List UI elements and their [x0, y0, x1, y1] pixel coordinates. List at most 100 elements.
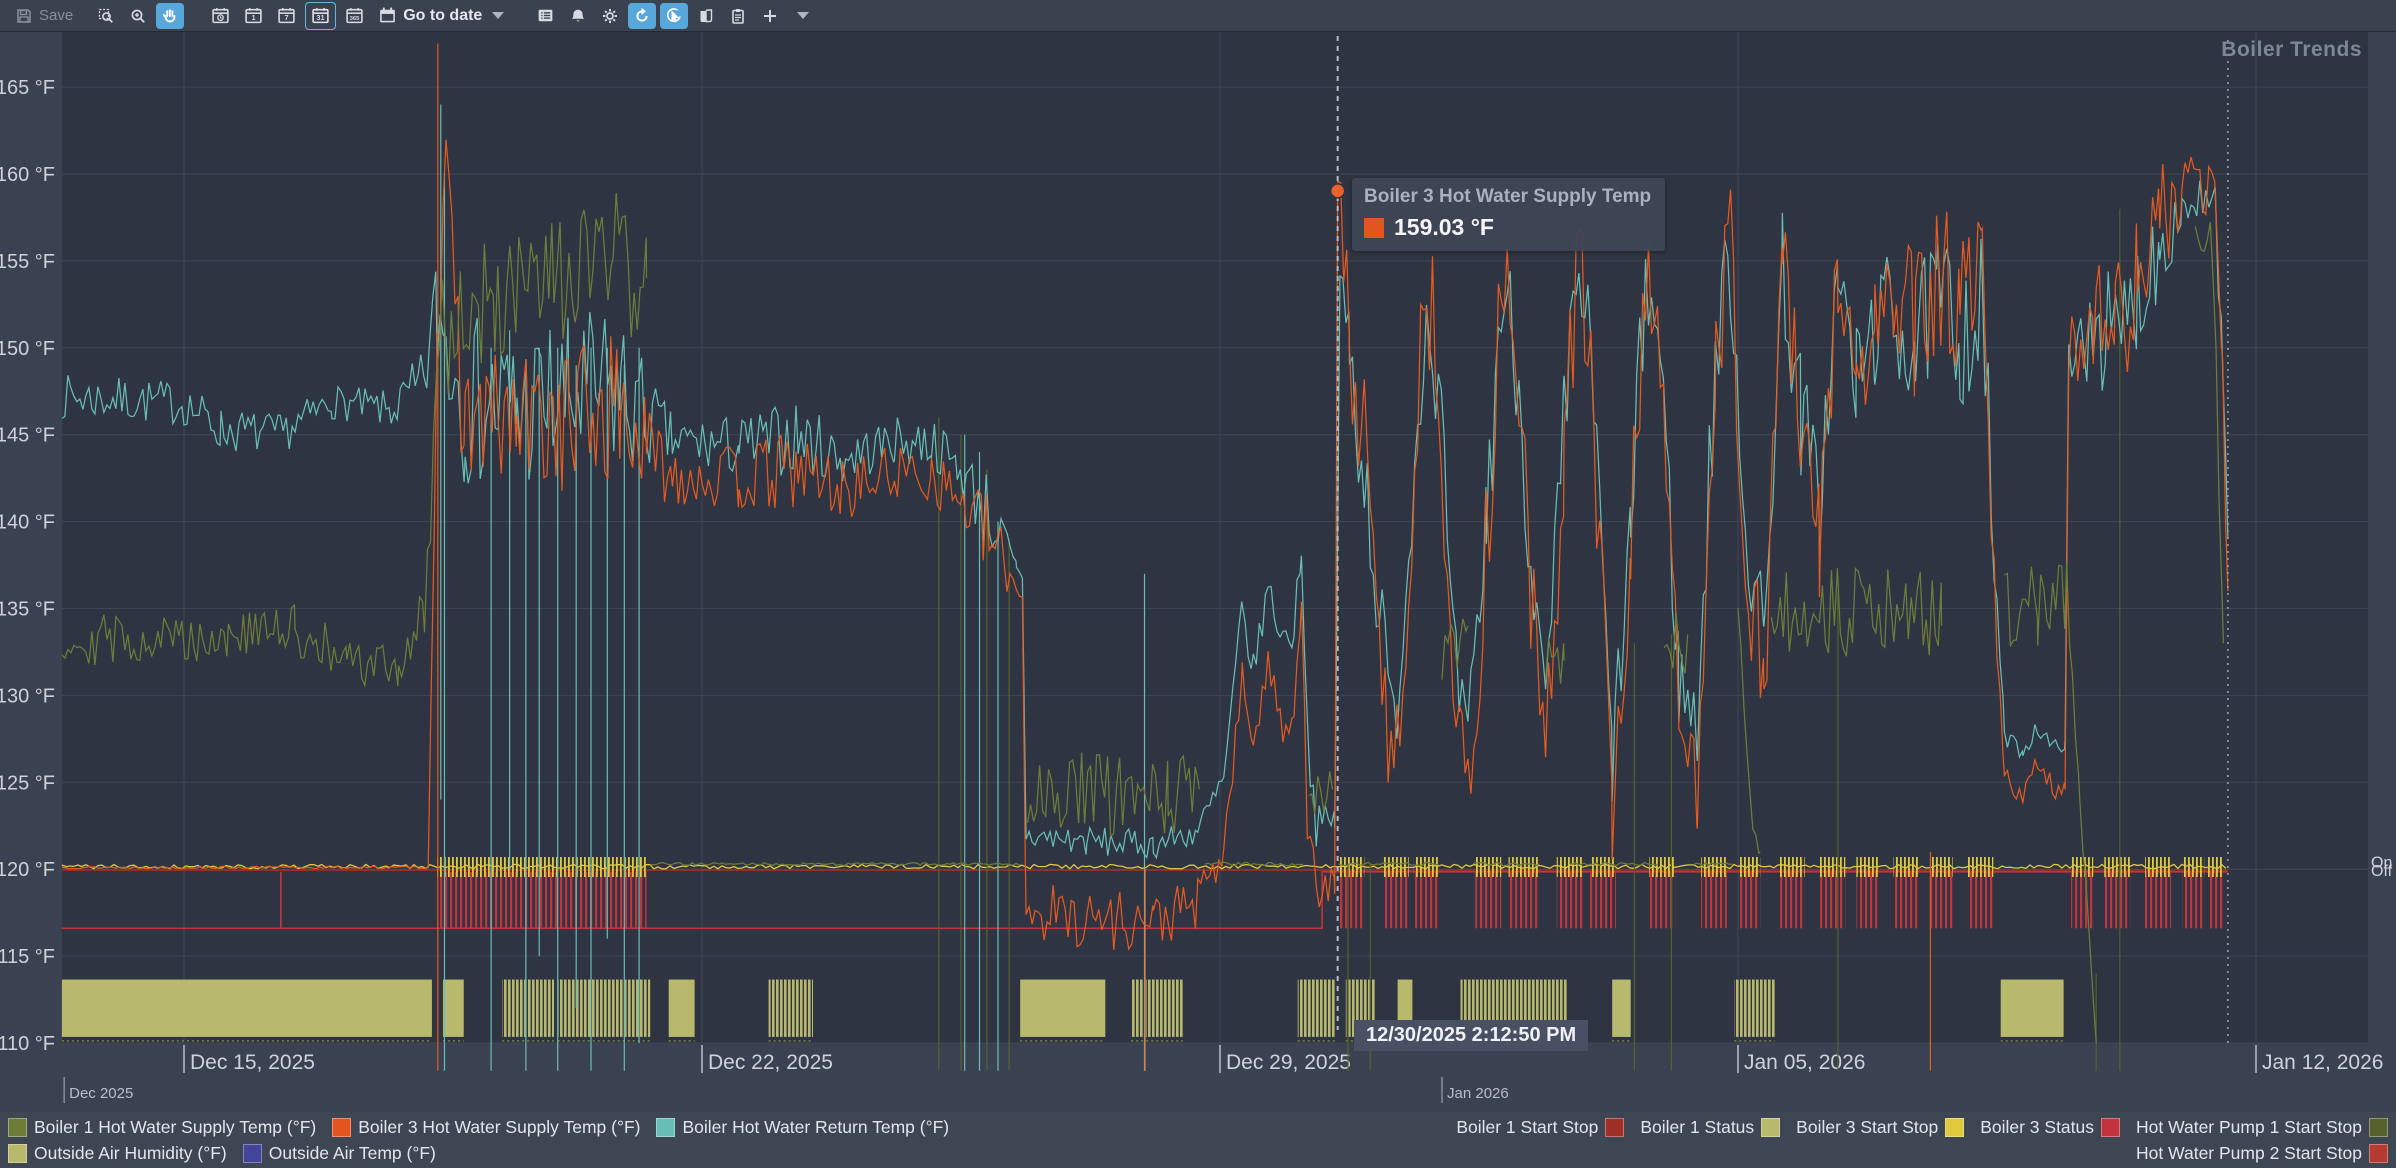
boiler3-status-cycling [2145, 872, 2171, 928]
boiler3-status-cycling [2071, 872, 2093, 928]
calendar-7-day-button[interactable]: 7 [272, 3, 301, 29]
calendar-365-icon: 365 [345, 6, 364, 25]
tooltip-value: 159.03 °F [1394, 214, 1494, 241]
data-table-icon [536, 6, 555, 25]
calendar-31-day-button[interactable]: 31 [305, 2, 336, 30]
calendar-31-icon: 31 [311, 6, 330, 25]
chart-region: 110 °F115 °F120 °F125 °F130 °F135 °F140 … [0, 32, 2396, 1112]
y-axis-tick-label: 120 °F [0, 859, 55, 881]
cursor-tooltip: Boiler 3 Hot Water Supply Temp 159.03 °F [1352, 178, 1665, 251]
boiler3-status-cycling [1475, 872, 1501, 928]
y-axis-tick-label: 130 °F [0, 685, 55, 707]
boiler1-status-block [769, 980, 813, 1037]
legend-item[interactable]: Boiler Hot Water Return Temp (°F) [656, 1117, 949, 1138]
boiler3-status-cycling [279, 872, 282, 928]
cursor-data-point[interactable] [1331, 184, 1345, 198]
legend-label: Boiler 3 Status [1980, 1117, 2094, 1138]
boiler3-status-cycling [1819, 872, 1845, 928]
legend-label: Hot Water Pump 1 Start Stop [2136, 1117, 2362, 1138]
pan-hand-icon [161, 7, 179, 25]
boiler1-status-block [62, 980, 432, 1037]
save-label: Save [39, 7, 73, 24]
legend-label: Outside Air Temp (°F) [269, 1143, 436, 1164]
boiler3-status-cycling [1701, 872, 1727, 928]
add-trend-button[interactable] [756, 3, 784, 29]
calendar-1-day-button[interactable]: 1 [239, 3, 268, 29]
plus-icon [761, 7, 779, 25]
boiler3-status-cycling [1738, 872, 1760, 928]
boiler3-startstop-cluster [1475, 857, 1501, 877]
boiler1-status-block [558, 980, 651, 1037]
boiler1-status-block [1131, 980, 1183, 1037]
svg-text:365: 365 [350, 16, 361, 22]
legend-label: Boiler 3 Hot Water Supply Temp (°F) [358, 1117, 640, 1138]
x-axis-tick-label: Jan 12, 2026 [2262, 1051, 2383, 1074]
legend-item[interactable]: Boiler 1 Status [1640, 1117, 1780, 1138]
calendar-365-day-button[interactable]: 365 [340, 3, 369, 29]
legend-item[interactable]: Boiler 1 Hot Water Supply Temp (°F) [8, 1117, 316, 1138]
legend-item[interactable]: Boiler 3 Start Stop [1796, 1117, 1964, 1138]
legend-item[interactable]: Hot Water Pump 2 Start Stop [2136, 1143, 2388, 1164]
auto-refresh-button[interactable] [628, 3, 656, 29]
boiler3-status-cycling [1930, 872, 1952, 928]
clipboard-icon [729, 7, 747, 25]
legend-swatch [2101, 1118, 2120, 1137]
x-axis-tick-label: Dec 29, 2025 [1226, 1051, 1351, 1074]
boiler3-status-cycling [2182, 872, 2204, 928]
alarm-bell-button[interactable] [564, 3, 592, 29]
legend-item[interactable]: Hot Water Pump 1 Start Stop [2136, 1117, 2388, 1138]
y-axis-tick-label: 160 °F [0, 164, 55, 186]
boiler3-status-cycling [1338, 872, 1364, 928]
right-axis-binary-label: Off [2371, 863, 2393, 880]
legend-label: Boiler 1 Status [1640, 1117, 1754, 1138]
save-button[interactable]: Save [10, 3, 78, 29]
boiler1-status-block [443, 980, 464, 1037]
legend-label: Boiler 1 Start Stop [1456, 1117, 1598, 1138]
legend-row: Outside Air Humidity (°F) Outside Air Tem… [8, 1141, 949, 1166]
legend-item[interactable]: Boiler 1 Start Stop [1456, 1117, 1624, 1138]
calendar-1-icon: 1 [244, 6, 263, 25]
report-button[interactable] [692, 3, 720, 29]
go-to-date-label: Go to date [403, 7, 482, 25]
boiler3-status-cycling [1557, 872, 1583, 928]
caret-down-icon [797, 12, 809, 19]
legend-row: Hot Water Pump 2 Start Stop [1456, 1141, 2388, 1166]
boiler3-startstop-cluster [1893, 857, 1919, 877]
boiler3-startstop-cluster [2182, 857, 2204, 877]
legend-swatch [2369, 1144, 2388, 1163]
gear-icon [601, 7, 619, 25]
calendar-clock-button[interactable] [206, 3, 235, 29]
legend-item[interactable]: Boiler 3 Status [1980, 1117, 2120, 1138]
boiler3-startstop-cluster [2104, 857, 2130, 877]
cursor-tracking-button[interactable] [660, 3, 688, 29]
legend-swatch [1605, 1118, 1624, 1137]
svg-text:1: 1 [252, 13, 256, 22]
data-table-button[interactable] [531, 3, 560, 29]
legend-swatch [656, 1118, 675, 1137]
legend-item[interactable]: Outside Air Humidity (°F) [8, 1143, 227, 1164]
legend-item[interactable]: Boiler 3 Hot Water Supply Temp (°F) [332, 1117, 640, 1138]
boiler3-startstop-cluster [1338, 857, 1364, 877]
y-axis-tick-label: 145 °F [0, 425, 55, 447]
toolbar-overflow-button[interactable] [788, 3, 814, 29]
legend-left-column: Boiler 1 Hot Water Supply Temp (°F) Boile… [8, 1115, 949, 1166]
calendar-7-icon: 7 [277, 6, 296, 25]
trend-application: Save 1 7 31 365 Go to date 110 °F115 °F1… [0, 0, 2396, 1168]
boiler3-startstop-cluster [2208, 857, 2223, 877]
bell-icon [569, 7, 587, 25]
zoom-in-button[interactable] [124, 3, 152, 29]
legend-label: Outside Air Humidity (°F) [34, 1143, 227, 1164]
trend-chart[interactable]: 110 °F115 °F120 °F125 °F130 °F135 °F140 … [0, 32, 2396, 1112]
legend-item[interactable]: Outside Air Temp (°F) [243, 1143, 436, 1164]
legend-label: Boiler 3 Start Stop [1796, 1117, 1938, 1138]
legend-swatch [8, 1144, 27, 1163]
legend-label: Boiler 1 Hot Water Supply Temp (°F) [34, 1117, 316, 1138]
boiler3-status-cycling [2104, 872, 2130, 928]
x-axis-tick-label: Dec 22, 2025 [708, 1051, 833, 1074]
clipboard-button[interactable] [724, 3, 752, 29]
settings-button[interactable] [596, 3, 624, 29]
boiler3-startstop-cluster [1930, 857, 1952, 877]
pan-hand-button[interactable] [156, 3, 184, 29]
zoom-window-button[interactable] [92, 3, 120, 29]
go-to-date-button[interactable]: Go to date [373, 3, 509, 29]
